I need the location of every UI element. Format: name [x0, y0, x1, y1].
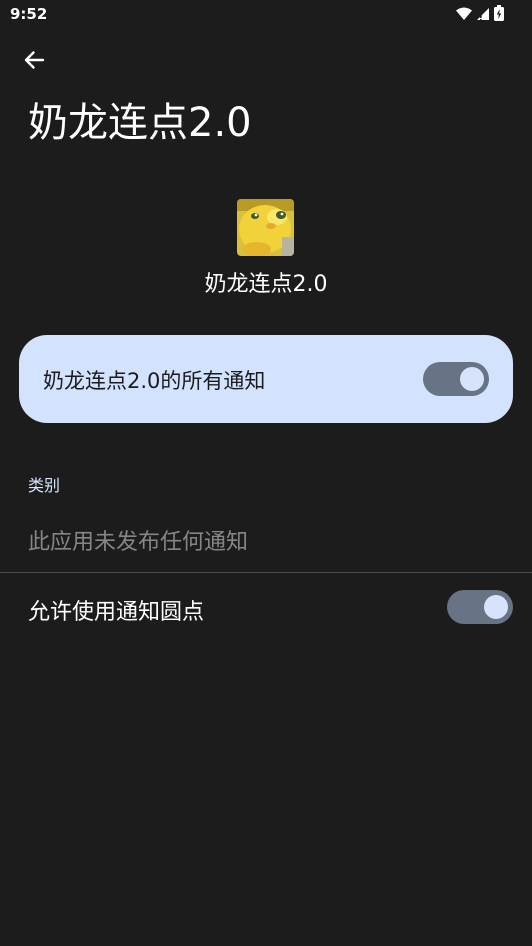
signal-icon: [476, 6, 490, 25]
status-time: 9:52: [10, 5, 48, 23]
arrow-back-icon: [23, 49, 45, 75]
all-notifications-toggle[interactable]: [423, 362, 489, 396]
notification-dots-label: 允许使用通知圆点: [28, 600, 205, 625]
app-icon: [237, 199, 294, 256]
categories-header: 类别: [28, 476, 61, 495]
battery-icon: [494, 5, 504, 25]
notification-dots-row[interactable]: 允许使用通知圆点: [0, 573, 532, 643]
status-icons: [456, 5, 504, 25]
app-name: 奶龙连点2.0: [204, 272, 328, 297]
no-notifications-message: 此应用未发布任何通知: [28, 530, 249, 555]
wifi-icon: [456, 6, 472, 25]
all-notifications-card[interactable]: 奶龙连点2.0的所有通知: [19, 335, 513, 423]
status-bar: 9:52: [0, 0, 532, 30]
all-notifications-label: 奶龙连点2.0的所有通知: [43, 369, 266, 393]
page-title: 奶龙连点2.0: [28, 100, 252, 146]
toggle-thumb: [484, 595, 508, 619]
back-button[interactable]: [18, 46, 50, 78]
toggle-thumb: [460, 367, 484, 391]
notification-dots-toggle[interactable]: [447, 590, 513, 624]
